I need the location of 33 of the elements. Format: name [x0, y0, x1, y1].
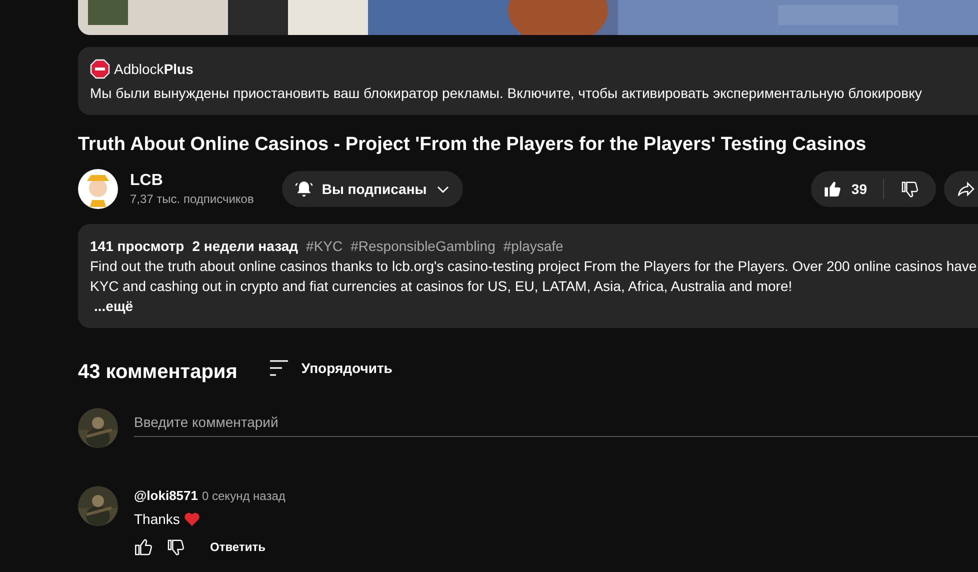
hashtag-link[interactable]: #KYC — [306, 236, 343, 256]
comment-author[interactable]: @loki8571 — [134, 486, 198, 505]
thumbs-up-icon — [134, 537, 154, 557]
show-more-link[interactable]: ...ещё — [94, 296, 134, 316]
hashtag-link[interactable]: #playsafe — [503, 236, 564, 256]
like-button[interactable] — [134, 537, 154, 557]
channel-avatar[interactable] — [78, 168, 118, 208]
reply-button[interactable]: Ответить — [210, 539, 266, 555]
comment-count: 43 комментария — [78, 360, 238, 384]
subscribed-button[interactable]: Вы подписаны — [282, 170, 463, 206]
adblock-message: Мы были вынуждены приостановить ваш блокиратор рекламы. Включите, чтобы активировать экспериментальную блокировку — [90, 84, 923, 103]
thumbs-down-icon — [900, 178, 920, 198]
upload-date: 2 недели назад — [192, 236, 298, 256]
comment-input[interactable]: Введите комментарий — [134, 408, 978, 436]
bell-icon — [294, 178, 314, 198]
hashtag-link[interactable]: #ResponsibleGambling — [350, 236, 496, 256]
channel-name[interactable]: LCB — [130, 170, 254, 190]
video-title: Truth About Online Casinos - Project 'From the Players for the Players' Testing Casinos — [78, 133, 868, 157]
like-button[interactable]: 39 — [811, 178, 884, 198]
view-count: 141 просмотр — [90, 236, 184, 256]
description-text: KYC and cashing out in crypto and fiat currencies at casinos for US, EU, LATAM, Asia, Africa, Australia and more! — [90, 276, 794, 296]
comment-time[interactable]: 0 секунд назад — [202, 488, 286, 504]
dislike-button[interactable] — [166, 537, 186, 557]
stop-sign-icon — [90, 59, 110, 79]
sort-button[interactable]: Упорядочить — [269, 358, 392, 378]
avatar — [78, 408, 118, 448]
adblock-logo: AdblockPlus — [114, 60, 194, 79]
subscriber-count: 7,37 тыс. подписчиков — [130, 190, 254, 206]
description-text: Find out the truth about online casinos thanks to lcb.org's casino-testing project From the Players for the Players. Over 200 online casinos have — [90, 256, 978, 276]
comment-text: Thanks — [134, 510, 180, 529]
avatar — [78, 486, 118, 526]
thumbs-down-icon — [166, 537, 186, 557]
sort-icon — [269, 358, 290, 376]
